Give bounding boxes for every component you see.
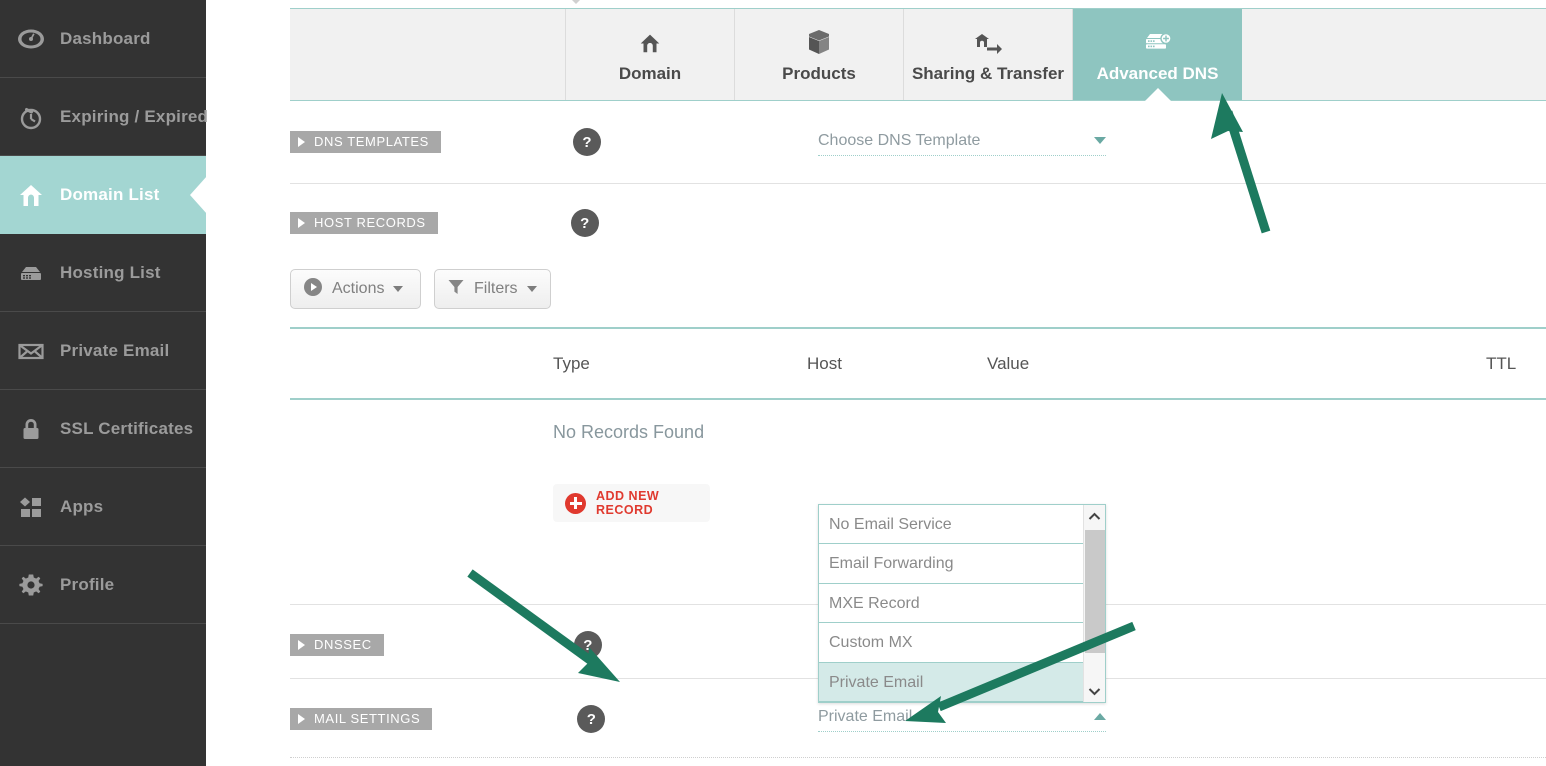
filters-button-label: Filters xyxy=(474,280,518,297)
actions-button-label: Actions xyxy=(332,280,385,297)
tab-domain[interactable]: Domain xyxy=(566,9,735,100)
filters-button[interactable]: Filters xyxy=(434,269,551,309)
gauge-icon xyxy=(16,24,46,54)
sidebar-item-profile[interactable]: Profile xyxy=(0,546,206,624)
sidebar-item-hosting-list[interactable]: Hosting List xyxy=(0,234,206,312)
tabbar-trailing-spacer xyxy=(1242,9,1546,100)
tab-products[interactable]: Products xyxy=(735,9,904,100)
apps-icon xyxy=(16,492,46,522)
sidebar-item-domain-list[interactable]: Domain List xyxy=(0,156,206,234)
dropdown-option-private-email[interactable]: Private Email xyxy=(819,662,1105,702)
scroll-up-arrow-icon[interactable] xyxy=(1084,505,1105,527)
dns-template-select-value: Choose DNS Template xyxy=(818,132,981,149)
divider xyxy=(290,183,1546,184)
tab-sharing-transfer[interactable]: Sharing & Transfer xyxy=(904,9,1073,100)
table-column-host: Host xyxy=(807,353,842,373)
sidebar-item-apps[interactable]: Apps xyxy=(0,468,206,546)
sidebar-item-label: Profile xyxy=(60,574,115,594)
mail-settings-select-value: Private Email xyxy=(818,708,913,725)
plus-circle-icon xyxy=(565,492,586,514)
sidebar-item-label: Apps xyxy=(60,496,104,516)
chevron-down-icon xyxy=(1094,136,1106,144)
host-records-help-icon[interactable]: ? xyxy=(570,209,599,237)
collapse-caret-icon xyxy=(568,0,584,4)
sidebar-item-dashboard[interactable]: Dashboard xyxy=(0,0,206,78)
dropdown-option-email-forwarding[interactable]: Email Forwarding xyxy=(819,544,1105,584)
sidebar-item-label: Expiring / Expired xyxy=(60,106,209,126)
sidebar-item-private-email[interactable]: Private Email xyxy=(0,312,206,390)
tab-label: Domain xyxy=(618,63,682,83)
dns-template-select[interactable]: Choose DNS Template xyxy=(818,127,1106,156)
section-host-records: HOST RECORDS ? xyxy=(290,193,1546,253)
table-column-ttl: TTL xyxy=(1486,353,1517,373)
dnssec-label[interactable]: DNSSEC xyxy=(290,634,384,656)
share-transfer-icon xyxy=(973,26,1003,56)
add-new-record-button[interactable]: ADD NEW RECORD xyxy=(553,484,710,522)
dnssec-help-icon[interactable]: ? xyxy=(573,631,602,659)
mail-settings-dropdown-list[interactable]: No Email Service Email Forwarding MXE Re… xyxy=(818,504,1106,703)
dropdown-option-custom-mx[interactable]: Custom MX xyxy=(819,623,1105,663)
home-icon xyxy=(637,26,663,56)
mail-settings-help-icon[interactable]: ? xyxy=(577,705,606,733)
envelope-icon xyxy=(16,336,46,366)
add-new-record-label: ADD NEW RECORD xyxy=(596,489,660,517)
gear-icon xyxy=(16,570,46,600)
chevron-up-icon xyxy=(1094,712,1106,720)
lock-icon xyxy=(16,414,46,444)
dns-server-icon xyxy=(1143,26,1173,56)
stopwatch-icon xyxy=(16,102,46,132)
dropdown-scrollbar-thumb[interactable] xyxy=(1085,530,1105,653)
dropdown-scrollbar[interactable] xyxy=(1083,505,1105,702)
sidebar-item-expiring-expired[interactable]: Expiring / Expired xyxy=(0,78,209,156)
table-empty-message: No Records Found xyxy=(553,422,705,442)
play-circle-icon xyxy=(303,277,323,302)
scroll-down-arrow-icon[interactable] xyxy=(1084,680,1105,702)
table-column-value: Value xyxy=(987,353,1030,373)
dropdown-option-no-email-service[interactable]: No Email Service xyxy=(819,505,1105,545)
home-icon xyxy=(16,180,46,210)
sidebar-item-label: Dashboard xyxy=(60,28,151,48)
box-icon xyxy=(806,26,832,56)
chevron-down-icon xyxy=(526,286,537,292)
sidebar: Dashboard Expiring / Expired Domain List xyxy=(0,0,209,766)
dns-templates-help-icon[interactable]: ? xyxy=(572,128,601,156)
sidebar-item-label: Domain List xyxy=(60,184,160,204)
dns-templates-label[interactable]: DNS TEMPLATES xyxy=(290,131,441,153)
sidebar-item-label: SSL Certificates xyxy=(60,418,194,438)
mail-settings-select[interactable]: Private Email xyxy=(818,703,1106,732)
sidebar-item-label: Private Email xyxy=(60,340,170,360)
tab-label: Products xyxy=(782,63,856,83)
server-icon xyxy=(16,258,46,288)
main-content: Domain Products Sharing & Transfer Advan… xyxy=(206,0,1546,766)
host-records-table-header: Type Host Value TTL xyxy=(290,327,1546,400)
funnel-icon xyxy=(447,278,465,301)
dropdown-option-mxe-record[interactable]: MXE Record xyxy=(819,584,1105,624)
divider xyxy=(290,757,1546,759)
sidebar-item-ssl-certificates[interactable]: SSL Certificates xyxy=(0,390,206,468)
host-records-label[interactable]: HOST RECORDS xyxy=(290,212,438,234)
actions-button[interactable]: Actions xyxy=(290,269,421,309)
table-column-type: Type xyxy=(553,353,590,373)
tabbar-leading-spacer xyxy=(290,9,566,100)
chevron-down-icon xyxy=(393,286,404,292)
mail-settings-label[interactable]: MAIL SETTINGS xyxy=(290,708,433,730)
domain-detail-tabbar: Domain Products Sharing & Transfer Advan… xyxy=(290,8,1546,101)
sidebar-item-label: Hosting List xyxy=(60,262,161,282)
tab-label: Advanced DNS xyxy=(1096,63,1219,83)
tab-advanced-dns[interactable]: Advanced DNS xyxy=(1073,9,1242,100)
tab-label: Sharing & Transfer xyxy=(911,63,1065,83)
